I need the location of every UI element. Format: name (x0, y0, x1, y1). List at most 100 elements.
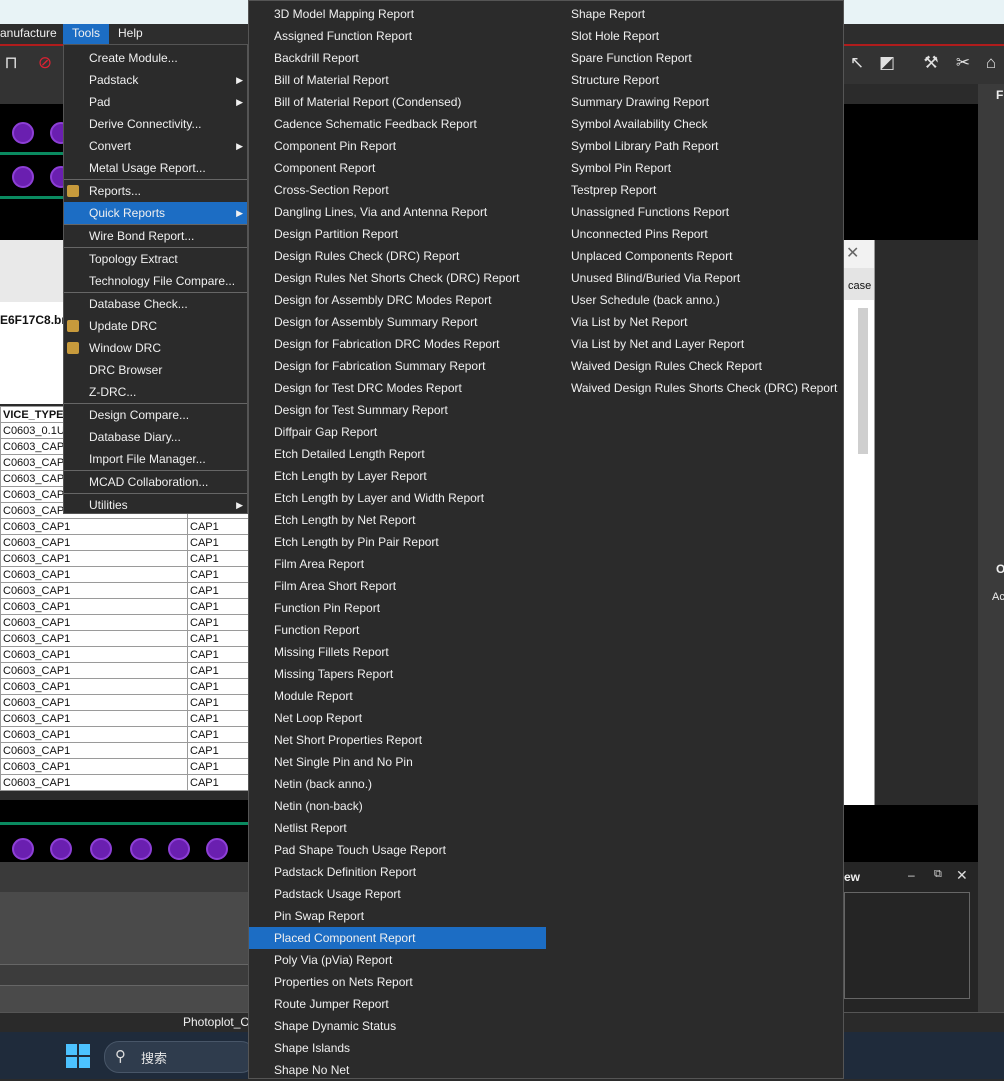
tools-menu-item-wire-bond-report[interactable]: Wire Bond Report... (64, 225, 247, 247)
route-icon[interactable]: ⊓ (0, 52, 22, 74)
quick-report-item[interactable]: Design Rules Check (DRC) Report (249, 245, 546, 267)
quick-report-item[interactable]: Dangling Lines, Via and Antenna Report (249, 201, 546, 223)
quick-report-item[interactable]: Symbol Pin Report (546, 157, 843, 179)
tools-menu-item-pad[interactable]: Pad ▶ (64, 91, 247, 113)
quick-report-item[interactable]: Design for Fabrication Summary Report (249, 355, 546, 377)
quick-report-item[interactable]: Film Area Report (249, 553, 546, 575)
quick-report-item[interactable]: Design for Fabrication DRC Modes Report (249, 333, 546, 355)
tools-menu-item-database-diary[interactable]: Database Diary... (64, 426, 247, 448)
tools-menu-item-reports[interactable]: Reports... (64, 180, 247, 202)
quick-report-item[interactable]: Net Single Pin and No Pin (249, 751, 546, 773)
minimize-icon[interactable]: – (908, 868, 915, 882)
placement-icon[interactable]: ⚒ (920, 52, 942, 74)
quick-report-item[interactable]: Summary Drawing Report (546, 91, 843, 113)
quick-report-item[interactable]: 3D Model Mapping Report (249, 3, 546, 25)
menu-manufacture[interactable]: anufacture (0, 24, 66, 44)
quick-report-item[interactable]: Etch Length by Net Report (249, 509, 546, 531)
taskbar-search[interactable]: ⚲ 搜索 (104, 1041, 256, 1073)
quick-report-item[interactable]: Missing Tapers Report (249, 663, 546, 685)
quick-report-item[interactable]: Etch Length by Layer and Width Report (249, 487, 546, 509)
tools-menu-item-create-module[interactable]: Create Module... (64, 47, 247, 69)
quick-report-item[interactable]: Shape Dynamic Status (249, 1015, 546, 1037)
quick-report-item[interactable]: Unassigned Functions Report (546, 201, 843, 223)
quick-report-item[interactable]: Component Report (249, 157, 546, 179)
quick-report-item[interactable]: Testprep Report (546, 179, 843, 201)
quick-report-item[interactable]: Design for Test DRC Modes Report (249, 377, 546, 399)
quick-report-item[interactable]: Design Partition Report (249, 223, 546, 245)
quick-report-item[interactable]: Cadence Schematic Feedback Report (249, 113, 546, 135)
quick-report-item[interactable]: Assigned Function Report (249, 25, 546, 47)
quick-report-item[interactable]: Symbol Library Path Report (546, 135, 843, 157)
quick-report-item[interactable]: Film Area Short Report (249, 575, 546, 597)
tools-menu-item-database-check[interactable]: Database Check... (64, 293, 247, 315)
quick-report-item[interactable]: Etch Detailed Length Report (249, 443, 546, 465)
menu-tools[interactable]: Tools (63, 24, 109, 44)
quick-report-item[interactable]: Netlist Report (249, 817, 546, 839)
quick-report-item[interactable]: Function Pin Report (249, 597, 546, 619)
quick-report-item[interactable]: Function Report (249, 619, 546, 641)
quick-report-item[interactable]: Waived Design Rules Check Report (546, 355, 843, 377)
pcb-canvas-bottom[interactable] (0, 800, 250, 862)
restore-icon[interactable]: ⧉ (934, 868, 942, 881)
quick-report-item[interactable]: Bill of Material Report (Condensed) (249, 91, 546, 113)
tools-menu-item-design-compare[interactable]: Design Compare... (64, 404, 247, 426)
quick-report-item[interactable]: Bill of Material Report (249, 69, 546, 91)
tools-menu-item-mcad-collaboration[interactable]: MCAD Collaboration... (64, 471, 247, 493)
quick-report-item[interactable]: Symbol Availability Check (546, 113, 843, 135)
quick-report-item[interactable]: Structure Report (546, 69, 843, 91)
select-icon[interactable]: ↖ (846, 52, 868, 74)
tools-menu-item-padstack[interactable]: Padstack ▶ (64, 69, 247, 91)
quick-report-item[interactable]: Spare Function Report (546, 47, 843, 69)
tools-icon[interactable]: ✂ (952, 52, 974, 74)
tools-menu-item-window-drc[interactable]: Window DRC (64, 337, 247, 359)
world-view-canvas[interactable] (844, 892, 970, 999)
quick-report-item[interactable]: Etch Length by Layer Report (249, 465, 546, 487)
pcb-canvas-right-bottom[interactable] (844, 805, 978, 862)
no-entry-icon[interactable]: ⊘ (34, 52, 56, 74)
tools-menu-item-drc-browser[interactable]: DRC Browser (64, 359, 247, 381)
close-icon[interactable]: ✕ (846, 243, 859, 263)
tools-menu-item-derive-connectivity[interactable]: Derive Connectivity... (64, 113, 247, 135)
quick-report-item[interactable]: Route Jumper Report (249, 993, 546, 1015)
tools-menu-item-convert[interactable]: Convert ▶ (64, 135, 247, 157)
quick-report-item[interactable]: Design for Assembly Summary Report (249, 311, 546, 333)
quick-report-item[interactable]: Shape Islands (249, 1037, 546, 1059)
shape-icon[interactable]: ◩ (876, 52, 898, 74)
quick-report-item[interactable]: Backdrill Report (249, 47, 546, 69)
quick-report-item[interactable]: Unconnected Pins Report (546, 223, 843, 245)
quick-report-item[interactable]: Net Loop Report (249, 707, 546, 729)
tools-menu-item-metal-usage-report[interactable]: Metal Usage Report... (64, 157, 247, 179)
quick-report-item[interactable]: Design for Test Summary Report (249, 399, 546, 421)
tools-menu-item-update-drc[interactable]: Update DRC (64, 315, 247, 337)
quick-report-item[interactable]: Netin (back anno.) (249, 773, 546, 795)
quick-report-item[interactable]: Pad Shape Touch Usage Report (249, 839, 546, 861)
quick-report-item[interactable]: Unused Blind/Buried Via Report (546, 267, 843, 289)
quick-report-item[interactable]: Properties on Nets Report (249, 971, 546, 993)
quick-report-item[interactable]: Missing Fillets Report (249, 641, 546, 663)
quick-report-item[interactable]: Placed Component Report (249, 927, 546, 949)
quick-report-item[interactable]: Diffpair Gap Report (249, 421, 546, 443)
quick-report-item[interactable]: Etch Length by Pin Pair Report (249, 531, 546, 553)
quick-report-item[interactable]: Poly Via (pVia) Report (249, 949, 546, 971)
quick-report-item[interactable]: User Schedule (back anno.) (546, 289, 843, 311)
quick-report-item[interactable]: Cross-Section Report (249, 179, 546, 201)
quick-report-item[interactable]: Slot Hole Report (546, 25, 843, 47)
pcb-canvas-right[interactable] (844, 104, 978, 240)
quick-report-item[interactable]: Unplaced Components Report (546, 245, 843, 267)
quick-report-item[interactable]: Waived Design Rules Shorts Check (DRC) R… (546, 377, 843, 399)
quick-report-item[interactable]: Via List by Net Report (546, 311, 843, 333)
tools-menu-item-topology-extract[interactable]: Topology Extract (64, 248, 247, 270)
tools-menu-item-z-drc[interactable]: Z-DRC... (64, 381, 247, 403)
tools-menu-item-utilities[interactable]: Utilities ▶ (64, 494, 247, 516)
tools-menu-item-import-file-manager[interactable]: Import File Manager... (64, 448, 247, 470)
quick-report-item[interactable]: Shape Report (546, 3, 843, 25)
quick-report-item[interactable]: Component Pin Report (249, 135, 546, 157)
console-input[interactable] (0, 964, 250, 986)
quick-report-item[interactable]: Via List by Net and Layer Report (546, 333, 843, 355)
tools-menu-item-quick-reports[interactable]: Quick Reports ▶ (64, 202, 247, 224)
quick-report-item[interactable]: Netin (non-back) (249, 795, 546, 817)
quick-report-item[interactable]: Net Short Properties Report (249, 729, 546, 751)
camera-icon[interactable]: ⌂ (980, 52, 1002, 74)
quick-report-item[interactable]: Design for Assembly DRC Modes Report (249, 289, 546, 311)
scrollbar-thumb[interactable] (858, 308, 868, 454)
